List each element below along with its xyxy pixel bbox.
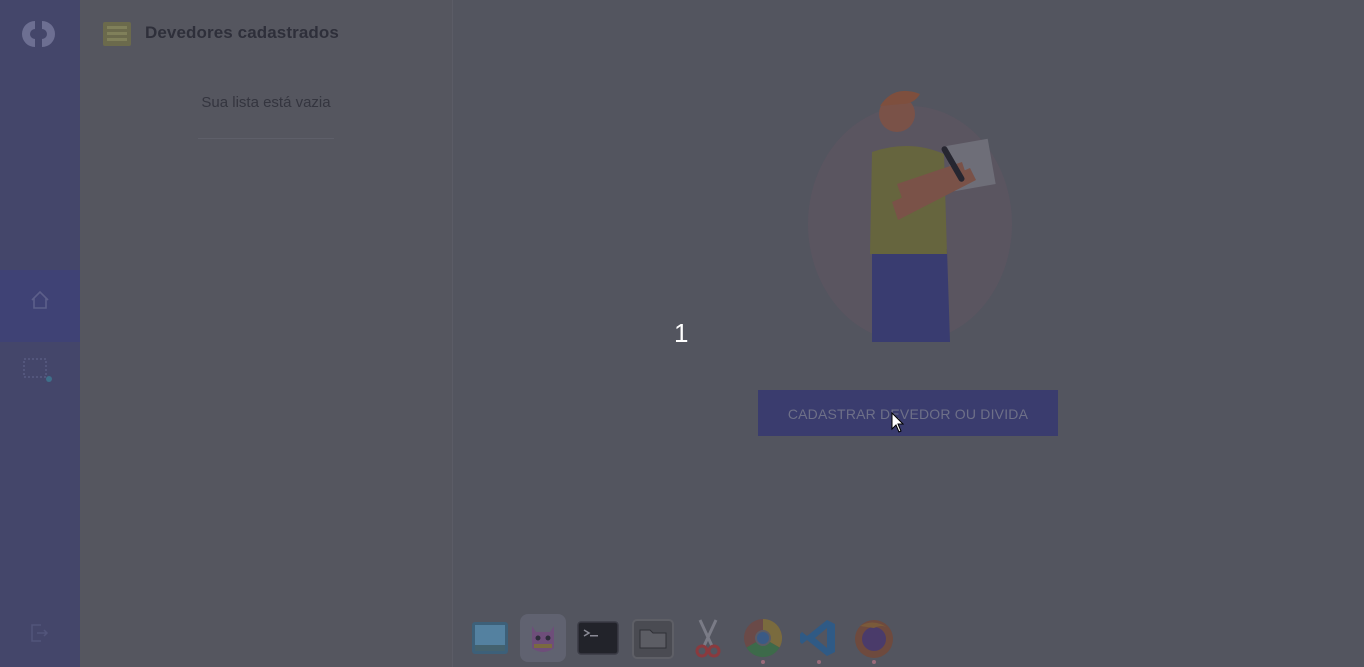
running-indicator	[817, 660, 821, 664]
firefox-icon	[855, 620, 893, 658]
register-debtor-button[interactable]: CADASTRAR DEVEDOR OU DIVIDA	[758, 390, 1058, 436]
empty-list-message: Sua lista está vazia	[201, 94, 331, 111]
running-indicator	[761, 660, 765, 664]
ledger-icon	[102, 20, 132, 48]
folder-icon	[632, 619, 674, 659]
mouse-cursor-icon	[891, 411, 905, 439]
running-indicator	[872, 660, 876, 664]
debtors-panel: Devedores cadastrados Sua lista está vaz…	[80, 0, 453, 667]
chrome-icon	[744, 618, 783, 658]
app-window: Devedores cadastrados Sua lista está vaz…	[0, 0, 1364, 667]
main-content: 1 CADASTRAR DEVEDOR OU DIVIDA	[452, 0, 1364, 667]
logo-icon	[18, 16, 60, 52]
taskbar-dock	[466, 612, 906, 667]
vscode-icon	[800, 620, 835, 656]
step-counter: 1	[674, 318, 689, 348]
gifcap-icon	[532, 626, 554, 652]
dock-files[interactable]	[631, 616, 675, 660]
dock-chrome[interactable]	[741, 616, 785, 664]
dock-vscode[interactable]	[797, 616, 841, 664]
home-icon	[31, 290, 49, 309]
sidebar-rail	[0, 0, 80, 667]
terminal-icon	[577, 621, 619, 655]
dock-screenshot[interactable]	[686, 616, 730, 660]
panel-title: Devedores cadastrados	[145, 23, 339, 42]
person-illustration	[802, 84, 1017, 346]
nav-add-debtor[interactable]	[0, 350, 80, 390]
add-user-icon	[23, 358, 52, 382]
dock-firefox[interactable]	[852, 616, 896, 664]
logout-icon	[31, 624, 49, 642]
divider	[198, 138, 334, 139]
nav-logout[interactable]	[0, 616, 80, 652]
dock-gifcap[interactable]	[520, 614, 566, 662]
dock-terminal[interactable]	[576, 616, 620, 660]
nav-home[interactable]	[0, 270, 80, 342]
dock-image-viewer[interactable]	[468, 616, 512, 660]
image-viewer-icon	[472, 622, 508, 654]
scissors-icon	[695, 619, 721, 658]
